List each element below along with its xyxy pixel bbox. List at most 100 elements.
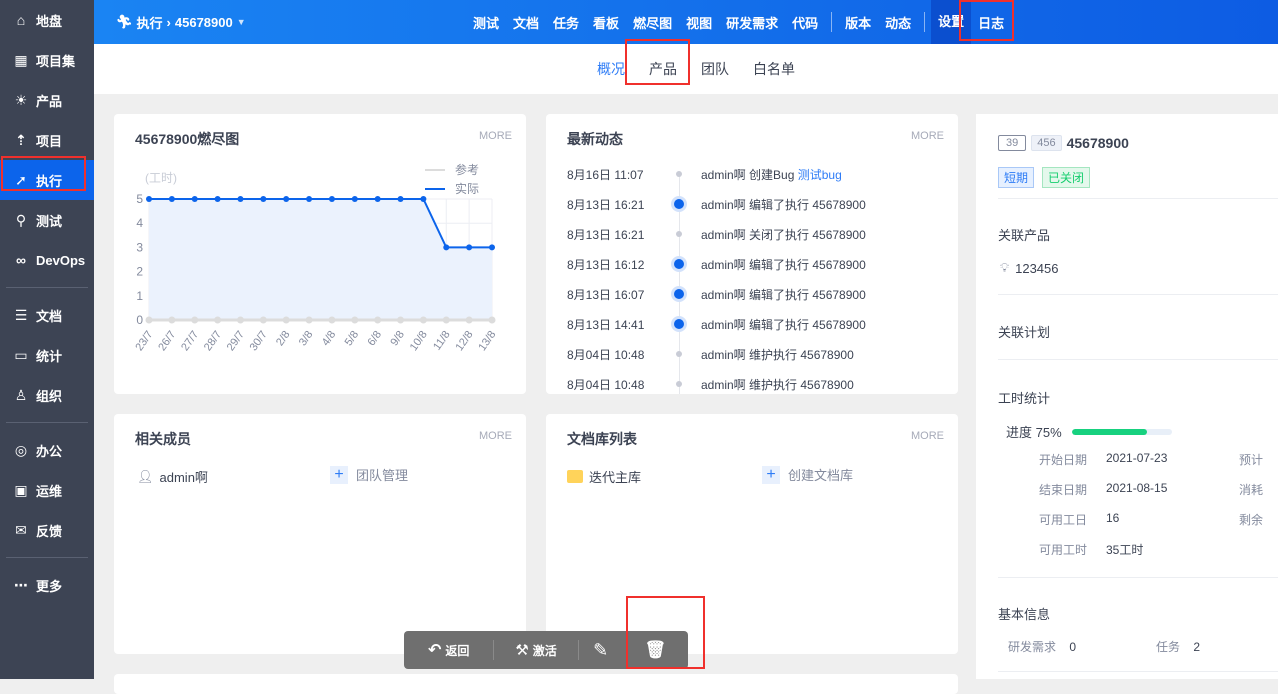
nav-nav-4[interactable]: 燃尽图 [626, 13, 679, 32]
data-point [328, 196, 335, 202]
activity-item: 8月04日 10:48 admin啊 维护执行 45678900 [567, 339, 947, 369]
execution-summary-panel: 39 456 45678900 短期 已关闭 关联产品 💡︎ 123456 关联… [976, 114, 1278, 679]
data-point [351, 316, 359, 324]
infinity-icon: ∞ [16, 252, 26, 268]
sidebar-item-11[interactable]: ▣ 运维 [0, 470, 94, 510]
sidebar-item-10[interactable]: ◎ 办公 [0, 430, 94, 470]
sidebar: ⌂ 地盘 ▦ 项目集 ☀ 产品 ⇡ 项目 ➚ 执行 ⚲ 测试 ∞ DevOps ☰ 文档 ▭ 统计 ♙ 组织 ◎ 办公 ▣ 运… [0, 0, 94, 679]
subnav-tab-1[interactable]: 产品 [637, 59, 689, 79]
data-point [237, 196, 244, 202]
breadcrumb-section[interactable]: 执行 [137, 13, 163, 32]
more-link[interactable]: MORE [911, 430, 944, 442]
back-button[interactable]: ↶ 返回 [404, 640, 493, 660]
sidebar-item-label: 地盘 [36, 13, 63, 29]
nav-nav2-0[interactable]: 版本 [838, 13, 878, 32]
sidebar-item-0[interactable]: ⌂ 地盘 [0, 0, 94, 40]
sidebar-item-2[interactable]: ☀ 产品 [0, 80, 94, 120]
sidebar-item-6[interactable]: ∞ DevOps [0, 240, 94, 280]
subnav-tab-0[interactable]: 概况 [585, 59, 637, 79]
activate-button[interactable]: ⚒ 激活 [494, 641, 577, 659]
execution-switcher[interactable]: 45678900 [175, 15, 233, 30]
nav-nav2-1[interactable]: 动态 [878, 13, 918, 32]
sidebar-item-label: 反馈 [36, 523, 63, 539]
sidebar-item-9[interactable]: ♙ 组织 [0, 375, 94, 415]
x-tick-label: 10/8 [408, 329, 430, 353]
hours-row-right-label: 预计 [1239, 453, 1264, 467]
subnav-tab-2[interactable]: 团队 [689, 59, 741, 79]
sidebar-item-13[interactable]: ⋯ 更多 [0, 565, 94, 605]
doclib-card: 文档库列表 MORE 迭代主库 + 创建文档库 [546, 414, 958, 654]
nav-nav-7[interactable]: 代码 [785, 13, 825, 32]
sidebar-item-1[interactable]: ▦ 项目集 [0, 40, 94, 80]
activity-time: 8月16日 11:07 [567, 167, 644, 182]
caret-down-icon[interactable]: ▼ [237, 17, 246, 27]
activity-time: 8月13日 16:21 [567, 227, 645, 242]
action-toolbar: ↶ 返回 ⚒ 激活 ✎ 🗑︎ [404, 631, 688, 669]
sidebar-item-8[interactable]: ▭ 统计 [0, 335, 94, 375]
undo-icon: ↶ [427, 642, 442, 659]
data-point [168, 196, 175, 202]
sidebar-item-12[interactable]: ✉ 反馈 [0, 510, 94, 550]
data-point [420, 196, 427, 202]
tasks-count[interactable]: 2 [1193, 640, 1200, 654]
tasks-label: 任务 [1156, 640, 1181, 654]
more-link[interactable]: MORE [479, 430, 512, 442]
sidebar-item-label: 项目集 [36, 53, 76, 69]
create-doclib-button[interactable]: + 创建文档库 [762, 465, 853, 484]
activity-item: 8月13日 16:21 admin啊 编辑了执行 45678900 [567, 189, 947, 219]
hours-row-label: 结束日期 [1039, 483, 1088, 497]
y-tick-label: 2 [136, 265, 143, 279]
team-manage-button[interactable]: + 团队管理 [330, 465, 408, 484]
burndown-chart: (工时) 0 1 2 3 4 5 23/7 26/7 27/7 28/7 29/7 30/7 2/8 3/8… [133, 162, 498, 353]
activity-text: admin啊 关闭了执行 45678900 [701, 227, 866, 242]
activity-item: 8月16日 11:07 admin啊 创建Bug 测试bug [567, 159, 947, 189]
nav-nav-5[interactable]: 视图 [679, 13, 719, 32]
sidebar-item-5[interactable]: ⚲ 测试 [0, 200, 94, 240]
sidebar-item-label: 项目 [36, 133, 63, 149]
nav-nav-6[interactable]: 研发需求 [719, 13, 785, 32]
more-icon: ⋯ [14, 576, 28, 593]
x-tick-label: 6/8 [366, 329, 385, 348]
oa-icon: ◎ [14, 441, 28, 458]
linked-product[interactable]: 123456 [1015, 261, 1058, 276]
back-label: 返回 [445, 643, 470, 658]
rocket-icon: ⇡ [15, 131, 27, 148]
nav-nav3-1[interactable]: 日志 [971, 13, 1011, 32]
nav-nav3-0[interactable]: 设置 [931, 0, 972, 44]
delete-button[interactable]: 🗑︎ [622, 640, 688, 660]
nav-nav-1[interactable]: 文档 [506, 13, 546, 32]
data-point [466, 244, 473, 251]
data-point [328, 316, 336, 324]
sidebar-item-4[interactable]: ➚ 执行 [0, 160, 94, 200]
x-tick-label: 11/8 [431, 329, 453, 353]
nav-nav-2[interactable]: 任务 [546, 13, 586, 32]
ops-icon: ▣ [14, 481, 28, 498]
doclib-title: 文档库列表 [567, 431, 637, 447]
stories-count[interactable]: 0 [1069, 640, 1076, 654]
data-point [351, 196, 358, 202]
activity-time: 8月04日 10:48 [567, 377, 645, 392]
doc-lib-item[interactable]: 迭代主库 [567, 467, 641, 486]
timeline-dot [667, 381, 691, 387]
run-icon: ➚ [15, 171, 27, 188]
timeline-dot [667, 351, 691, 357]
data-point [306, 196, 313, 202]
nav-nav-3[interactable]: 看板 [586, 13, 626, 32]
sidebar-item-3[interactable]: ⇡ 项目 [0, 120, 94, 160]
activity-link[interactable]: 测试bug [798, 168, 842, 182]
member-name[interactable]: admin啊 [160, 467, 208, 486]
data-point [374, 316, 382, 324]
x-tick-label: 4/8 [320, 329, 339, 348]
subnav-tab-3[interactable]: 白名单 [741, 59, 807, 79]
edit-button[interactable]: ✎ [579, 640, 623, 661]
x-tick-label: 12/8 [453, 329, 475, 353]
activate-label: 激活 [532, 643, 557, 658]
x-tick-label: 3/8 [297, 329, 316, 348]
execution-name: 45678900 [1066, 135, 1129, 151]
activity-time: 8月13日 14:41 [567, 317, 645, 332]
data-point [305, 316, 313, 324]
sidebar-item-7[interactable]: ☰ 文档 [0, 295, 94, 335]
sidebar-item-label: DevOps [36, 252, 86, 268]
nav-nav-0[interactable]: 测试 [466, 13, 506, 32]
more-link[interactable]: MORE [911, 130, 944, 142]
